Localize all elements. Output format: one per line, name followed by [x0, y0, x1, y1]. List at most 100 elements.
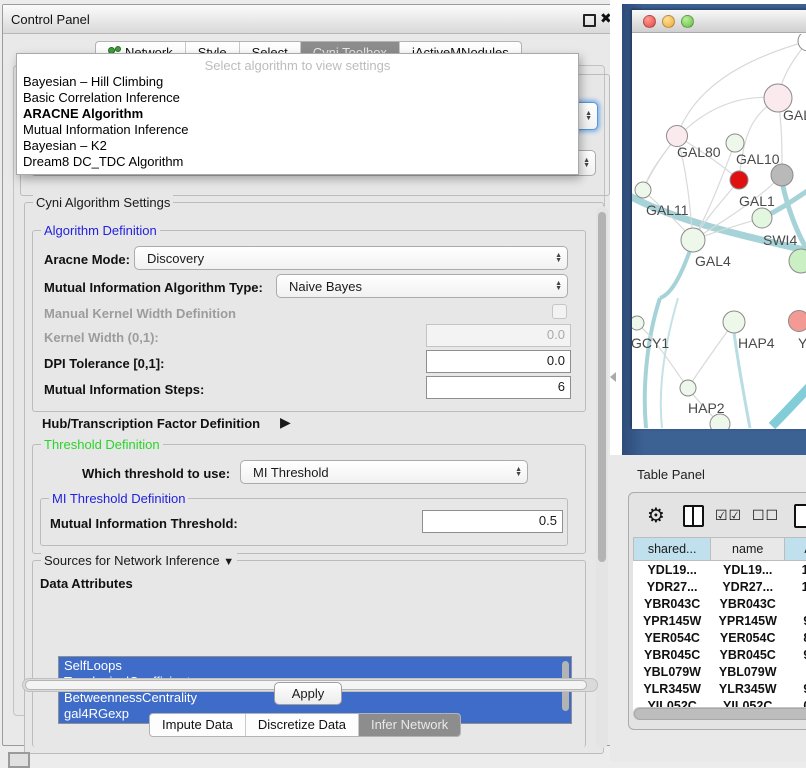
table-horizontal-scrollbar[interactable]: [633, 707, 806, 720]
node-gal11: [635, 182, 651, 198]
node-label: HAP4: [738, 335, 775, 351]
aracne-mode-combo[interactable]: Discovery ▲▼: [134, 246, 568, 270]
stepper-icon: ▲▼: [555, 253, 562, 263]
dropdown-item-selected[interactable]: ARACNE Algorithm: [23, 106, 143, 121]
select-all-checkboxes-icon[interactable]: ☑☑: [715, 507, 742, 524]
group-title: MI Threshold Definition: [49, 491, 188, 506]
node-salmon: [789, 311, 806, 332]
node-label: GAL: [783, 107, 806, 123]
table-row[interactable]: YLR345WYLR345W9.: [634, 680, 806, 697]
panel-doc-icon[interactable]: [794, 504, 806, 528]
column-header-shared-name[interactable]: shared...: [634, 538, 711, 561]
mac-zoom-icon[interactable]: [681, 15, 694, 28]
node-gal10: [726, 134, 744, 152]
node-right-green: [789, 249, 806, 273]
collapse-down-icon[interactable]: ▼: [223, 556, 234, 568]
kernel-width-field[interactable]: 0.0: [426, 324, 571, 347]
dropdown-hint: Select algorithm to view settings: [17, 58, 578, 73]
dropdown-item[interactable]: Basic Correlation Inference: [23, 90, 180, 105]
tab-label: Discretize Data: [258, 717, 346, 732]
mi-type-label: Mutual Information Algorithm Type:: [44, 280, 263, 295]
node: [798, 34, 806, 51]
mi-steps-field[interactable]: 6: [426, 376, 571, 399]
group-title: Threshold Definition: [41, 437, 163, 452]
node-label: GAL1: [739, 193, 775, 209]
scrollbar-thumb[interactable]: [634, 708, 806, 720]
node-gcy1: [632, 316, 644, 330]
node-gal4: [681, 228, 705, 252]
node-hap4: [723, 311, 745, 333]
node-bottom: [710, 414, 730, 429]
network-window-titlebar: [632, 10, 806, 33]
mi-threshold-label: Mutual Information Threshold:: [50, 516, 238, 531]
node-label: Y: [798, 335, 806, 351]
settings-vertical-scrollbar[interactable]: [596, 206, 608, 748]
gear-icon[interactable]: ⚙: [647, 503, 665, 528]
dropdown-item[interactable]: Mutual Information Inference: [23, 122, 188, 137]
mac-close-icon[interactable]: [643, 15, 656, 28]
network-window[interactable]: GAL GAL80 GAL10 GAL11 GAL1 SWI4 GAL4 GCY…: [632, 10, 806, 429]
list-item[interactable]: BetweennessCentrality: [64, 690, 197, 705]
tab-label: Impute Data: [162, 717, 233, 732]
table-row[interactable]: YBL079WYBL079W: [634, 663, 806, 680]
table-window: ⚙ ☑☑ ☐☐ shared... name A YDL19...YDL19..…: [628, 492, 806, 730]
bottom-tabs: Impute Data Discretize Data Infer Networ…: [149, 713, 461, 737]
table-row[interactable]: YER054CYER054C8.: [634, 629, 806, 646]
table-row[interactable]: YDL19...YDL19...13: [634, 561, 806, 579]
stepper-icon: ▲▼: [515, 467, 522, 477]
aracne-mode-value: Discovery: [147, 251, 204, 266]
tab-discretize-data[interactable]: Discretize Data: [246, 714, 359, 736]
manual-kernel-checkbox[interactable]: [552, 304, 567, 319]
column-header-name[interactable]: name: [711, 538, 785, 561]
table-row[interactable]: YBR045CYBR045C9.: [634, 646, 806, 663]
stepper-icon: ▲▼: [585, 111, 592, 121]
data-attributes-label: Data Attributes: [40, 576, 133, 591]
list-item[interactable]: gal4RGexp: [64, 706, 129, 721]
mi-algorithm-type-combo[interactable]: Naive Bayes ▲▼: [276, 274, 568, 298]
node-label: GAL80: [677, 144, 721, 160]
docked-panel-icon[interactable]: [8, 752, 30, 768]
node-gray: [771, 164, 793, 186]
float-window-icon[interactable]: [583, 14, 596, 27]
node-hap2: [680, 380, 696, 396]
dropdown-item[interactable]: Dream8 DC_TDC Algorithm: [23, 154, 183, 169]
tab-infer-network[interactable]: Infer Network: [359, 714, 460, 736]
splitter-collapse-icon[interactable]: [610, 372, 616, 382]
which-threshold-combo[interactable]: MI Threshold ▲▼: [240, 460, 528, 484]
mac-minimize-icon[interactable]: [662, 15, 675, 28]
network-view-frame: GAL GAL80 GAL10 GAL11 GAL1 SWI4 GAL4 GCY…: [622, 4, 806, 455]
mi-steps-label: Mutual Information Steps:: [44, 382, 204, 397]
sources-title: Sources for Network Inference: [44, 553, 220, 568]
node-label: GAL4: [695, 253, 731, 269]
which-threshold-label: Which threshold to use:: [82, 466, 230, 481]
node-label: GCY1: [632, 335, 669, 351]
tab-impute-data[interactable]: Impute Data: [150, 714, 246, 736]
dpi-tolerance-field[interactable]: 0.0: [426, 350, 571, 373]
node-label: GAL10: [736, 151, 780, 167]
control-panel-titlebar: Control Panel ✖: [3, 5, 611, 34]
apply-button[interactable]: Apply: [274, 682, 342, 705]
expand-right-icon[interactable]: ▶: [280, 414, 291, 431]
apply-label: Apply: [292, 686, 325, 701]
node-label: SWI4: [763, 232, 797, 248]
which-threshold-value: MI Threshold: [253, 465, 329, 480]
list-item[interactable]: SelfLoops: [64, 658, 122, 673]
mi-threshold-field[interactable]: 0.5: [422, 510, 563, 533]
node-table: shared... name A YDL19...YDL19...13 YDR2…: [633, 537, 806, 714]
scrollbar-thumb[interactable]: [598, 212, 606, 562]
split-columns-icon[interactable]: [683, 505, 704, 527]
dropdown-item[interactable]: Bayesian – K2: [23, 138, 107, 153]
panel-title: Control Panel: [11, 12, 90, 27]
table-row[interactable]: YPR145WYPR145W9.: [634, 612, 806, 629]
table-row[interactable]: YDR27...YDR27...12: [634, 578, 806, 595]
manual-kernel-label: Manual Kernel Width Definition: [44, 306, 236, 321]
table-row[interactable]: YBR043CYBR043C: [634, 595, 806, 612]
hub-definition-label[interactable]: Hub/Transcription Factor Definition: [42, 416, 260, 431]
group-title: Cyni Algorithm Settings: [33, 195, 173, 210]
algorithm-dropdown-popup: Select algorithm to view settings Bayesi…: [16, 53, 579, 175]
column-header-partial[interactable]: A: [785, 538, 806, 561]
stepper-icon: ▲▼: [555, 281, 562, 291]
deselect-all-checkboxes-icon[interactable]: ☐☐: [752, 507, 779, 524]
table-header-row: shared... name A: [634, 538, 806, 561]
dropdown-item[interactable]: Bayesian – Hill Climbing: [23, 74, 163, 89]
